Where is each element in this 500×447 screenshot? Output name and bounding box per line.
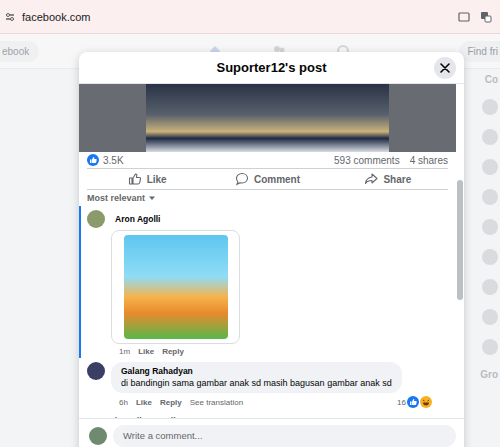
comment-image-picture [124, 235, 228, 339]
scrollbar[interactable] [456, 84, 464, 418]
contact-avatar[interactable] [482, 159, 498, 175]
contact-avatar[interactable] [482, 99, 498, 115]
contact-avatar[interactable] [482, 309, 498, 325]
comment-meta: 1m Like Reply [111, 344, 448, 356]
contact-avatar[interactable] [482, 249, 498, 265]
comment-reactions[interactable]: 16 [397, 396, 448, 408]
comment: Galang Rahadyandi bandingin sama gambar … [79, 358, 456, 410]
comment: Aron Agolli 1m Like Reply [79, 206, 456, 358]
post-content: 3.5K 593 comments 4 shares Like Comment Share… [79, 84, 456, 418]
comment-action[interactable]: Reply [160, 398, 182, 407]
site-settings-icon[interactable] [4, 11, 16, 23]
post-dialog: Suporter12's post 3.5K 593 comments 4 share… [79, 52, 464, 447]
groups-heading: Gro [480, 369, 498, 380]
scrollbar-thumb[interactable] [457, 180, 463, 300]
post-actions: Like Comment Share [87, 168, 448, 190]
contact-avatar[interactable] [482, 219, 498, 235]
caret-down-icon[interactable] [148, 194, 156, 202]
reaction-count[interactable]: 3.5K [103, 155, 124, 166]
address-bar[interactable]: facebook.com [22, 11, 452, 23]
close-button[interactable] [434, 57, 456, 79]
sort-label: Most relevant [87, 193, 145, 203]
dialog-title: Suporter12's post [216, 60, 326, 75]
contacts-heading: Co [485, 74, 498, 85]
like-icon[interactable] [128, 172, 142, 186]
dialog-body: 3.5K 593 comments 4 shares Like Comment Share… [79, 84, 464, 418]
action-label: Share [383, 174, 411, 185]
dialog-header: Suporter12's post [79, 52, 464, 84]
commenter-avatar[interactable] [87, 210, 105, 228]
comment-author[interactable]: Galang Rahadyan [121, 366, 392, 378]
close-icon[interactable] [440, 63, 450, 73]
comment-input[interactable] [113, 425, 456, 447]
post-photo[interactable] [146, 84, 389, 152]
haha-reaction-icon [420, 396, 432, 408]
comment-action[interactable]: See translation [190, 398, 243, 407]
reaction-count: 16 [397, 398, 406, 407]
post-stats: 3.5K 593 comments 4 shares [79, 152, 456, 168]
comment-author[interactable]: Aron Agolli [111, 210, 448, 228]
like-reaction-icon [87, 154, 99, 166]
post-photo-frame [79, 84, 456, 152]
comment-body: Aron Agolli 1m Like Reply [111, 210, 448, 356]
contact-avatar[interactable] [482, 129, 498, 145]
comment-meta: 6h Like Reply See translation 16 [111, 393, 448, 408]
contact-avatar[interactable] [482, 189, 498, 205]
contacts-sidebar: Co Gro [474, 74, 500, 380]
comment-sort[interactable]: Most relevant [79, 190, 456, 206]
contact-avatar[interactable] [482, 339, 498, 355]
commenter-avatar[interactable] [87, 362, 105, 380]
comment-body: Galang Rahadyandi bandingin sama gambar … [111, 362, 448, 408]
search-box[interactable]: ebook [0, 41, 39, 62]
like-button[interactable]: Like [87, 169, 207, 189]
action-label: Like [147, 174, 167, 185]
view-replies-link[interactable]: View all 60 replies [79, 410, 456, 418]
comment-action[interactable]: Reply [162, 347, 184, 356]
like-reaction-icon [407, 396, 419, 408]
find-friends-button[interactable]: Find fri [459, 41, 500, 62]
browser-bar: facebook.com [0, 0, 500, 34]
comment-bubble: Galang Rahadyandi bandingin sama gambar … [111, 362, 402, 393]
comment-icon[interactable] [235, 172, 249, 186]
comment-image[interactable] [111, 230, 240, 344]
comment-action[interactable]: Like [136, 398, 152, 407]
user-avatar[interactable] [89, 427, 107, 445]
comment-count[interactable]: 593 comments [334, 155, 400, 166]
comment-time[interactable]: 1m [119, 347, 130, 356]
share-button[interactable]: Share [328, 169, 448, 189]
contact-avatar[interactable] [482, 279, 498, 295]
share-icon[interactable] [364, 172, 378, 186]
cast-icon[interactable] [458, 11, 470, 23]
action-label: Comment [254, 174, 300, 185]
comment-action[interactable]: Like [138, 347, 154, 356]
comment-text: di bandingin sama gambar anak sd masih b… [121, 378, 392, 389]
comment-button[interactable]: Comment [207, 169, 327, 189]
share-count[interactable]: 4 shares [410, 155, 448, 166]
browser-actions [458, 11, 492, 23]
comment-time[interactable]: 6h [119, 398, 128, 407]
comment-composer [79, 418, 464, 447]
translate-icon[interactable] [480, 11, 492, 23]
